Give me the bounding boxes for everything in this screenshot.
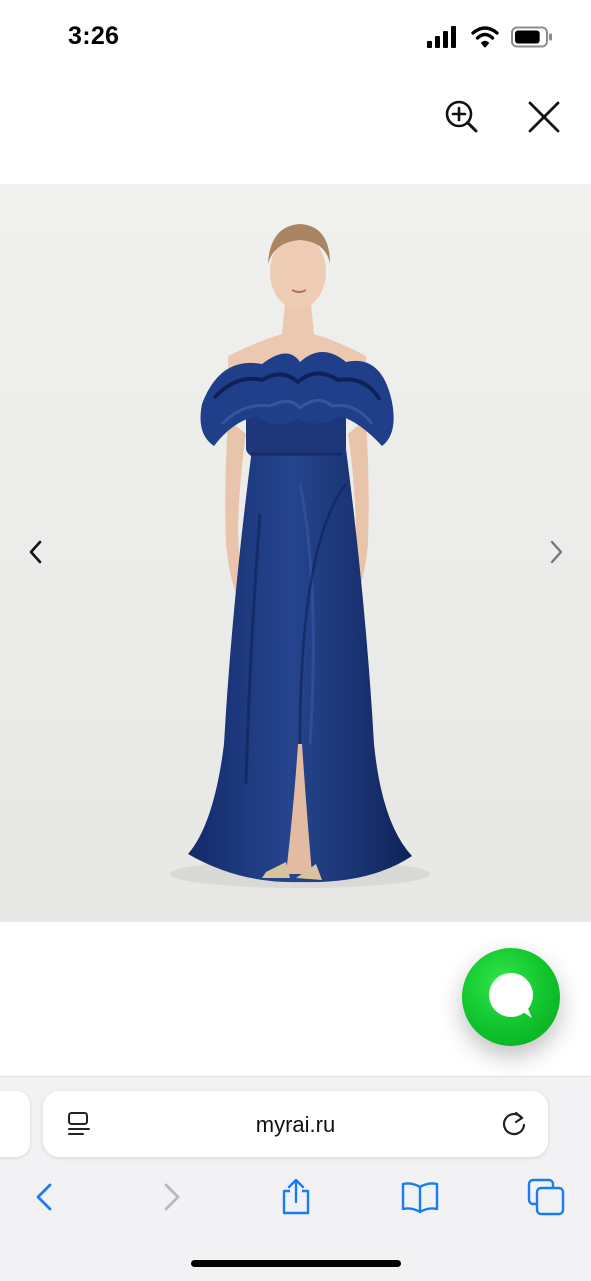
- status-icons: [427, 26, 553, 48]
- next-image-button[interactable]: [536, 532, 576, 572]
- back-icon: [36, 1183, 52, 1211]
- image-viewer-header: [0, 80, 591, 184]
- chat-widget-button[interactable]: [462, 948, 560, 1046]
- chat-bubble-icon: [489, 973, 533, 1018]
- reload-icon: [502, 1111, 526, 1136]
- status-time: 3:26: [68, 22, 120, 50]
- tabs-button[interactable]: [526, 1177, 566, 1217]
- share-icon: [282, 1178, 310, 1215]
- reload-button[interactable]: [499, 1109, 529, 1139]
- bookmarks-icon: [401, 1182, 439, 1214]
- battery-icon: [511, 26, 552, 48]
- close-icon: [528, 101, 560, 133]
- bookmarks-button[interactable]: [400, 1177, 440, 1217]
- product-photo: [0, 184, 591, 922]
- close-button[interactable]: [522, 95, 566, 139]
- forward-icon: [164, 1183, 180, 1211]
- share-button[interactable]: [276, 1177, 316, 1217]
- wifi-icon: [471, 26, 499, 48]
- tabs-icon: [527, 1178, 565, 1216]
- zoom-button[interactable]: [440, 95, 484, 139]
- battery-fill: [515, 30, 540, 44]
- status-bar: 3:26: [0, 0, 591, 80]
- home-indicator[interactable]: [191, 1260, 401, 1267]
- product-image[interactable]: [0, 184, 591, 922]
- zoom-in-icon: [445, 100, 478, 133]
- forward-button[interactable]: [152, 1177, 192, 1217]
- previous-image-button[interactable]: [16, 532, 56, 572]
- chevron-left-icon: [29, 540, 42, 564]
- previous-tab-preview[interactable]: [0, 1091, 30, 1157]
- cellular-signal-icon: [427, 26, 456, 48]
- url-text[interactable]: myrai.ru: [43, 1112, 548, 1138]
- address-bar[interactable]: myrai.ru: [43, 1091, 548, 1157]
- browser-bottom-bar: myrai.ru: [0, 1076, 591, 1281]
- back-button[interactable]: [24, 1177, 64, 1217]
- chevron-right-icon: [550, 540, 563, 564]
